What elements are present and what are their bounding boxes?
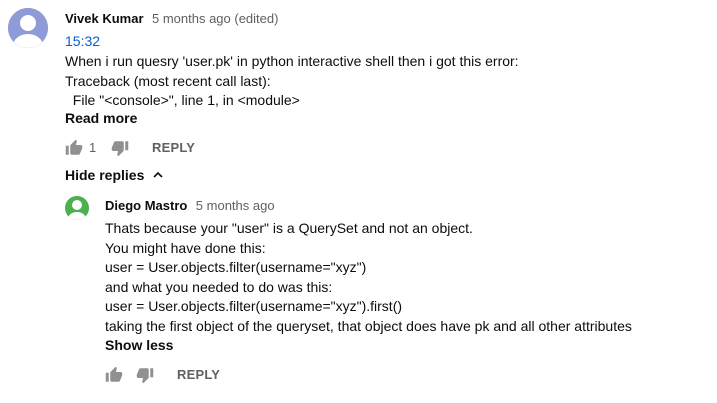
like-button[interactable]: [65, 139, 83, 157]
timestamp-link[interactable]: 15:32: [65, 33, 100, 49]
comment-text-line: When i run quesry 'user.pk' in python in…: [65, 53, 519, 69]
comment-body: When i run quesry 'user.pk' in python in…: [65, 52, 519, 111]
comment-author[interactable]: Vivek Kumar: [65, 11, 144, 26]
reply-text-line: You might have done this:: [105, 239, 266, 256]
thumbs-down-icon: [136, 368, 154, 384]
reply-author[interactable]: Diego Mastro: [105, 198, 187, 213]
reply-body: Thats because your "user" is a QuerySet …: [105, 219, 632, 336]
reply-button[interactable]: REPLY: [152, 140, 195, 155]
reply-avatar[interactable]: [65, 196, 89, 220]
reply-text-line: taking the first object of the queryset,…: [105, 317, 632, 334]
reply-meta[interactable]: 5 months ago: [196, 198, 275, 213]
reply-text-line: and what you needed to do was this:: [105, 278, 333, 295]
read-more-button[interactable]: Read more: [65, 110, 137, 126]
comment-text-line: File "<console>", line 1, in <module>: [65, 92, 300, 108]
comment-avatar[interactable]: [8, 8, 48, 48]
comment-meta[interactable]: 5 months ago (edited): [152, 11, 278, 26]
reply-text-line: user = User.objects.filter(username="xyz…: [105, 298, 403, 314]
hide-replies-button[interactable]: Hide replies: [65, 167, 164, 185]
dislike-button[interactable]: [111, 139, 129, 157]
reply-like-button[interactable]: [105, 366, 123, 384]
avatar-person-icon: [65, 196, 89, 220]
hide-replies-label: Hide replies: [65, 167, 145, 183]
avatar-person-icon: [8, 8, 48, 48]
reply-header: Diego Mastro 5 months ago: [105, 197, 275, 215]
thumbs-up-icon: [105, 366, 123, 382]
reply-reply-button[interactable]: REPLY: [177, 367, 220, 382]
chevron-up-icon: [153, 171, 163, 178]
thumbs-up-icon: [65, 139, 83, 155]
reply-text-line: user = User.objects.filter(username="xyz…: [105, 259, 367, 275]
reply-dislike-button[interactable]: [136, 366, 154, 384]
comment-header: Vivek Kumar 5 months ago (edited): [65, 10, 278, 28]
thumbs-down-icon: [111, 141, 129, 157]
like-count: 1: [89, 140, 97, 155]
reply-text-line: Thats because your "user" is a QuerySet …: [105, 220, 473, 236]
comment-text-line: Traceback (most recent call last):: [65, 72, 271, 89]
show-less-button[interactable]: Show less: [105, 337, 173, 353]
